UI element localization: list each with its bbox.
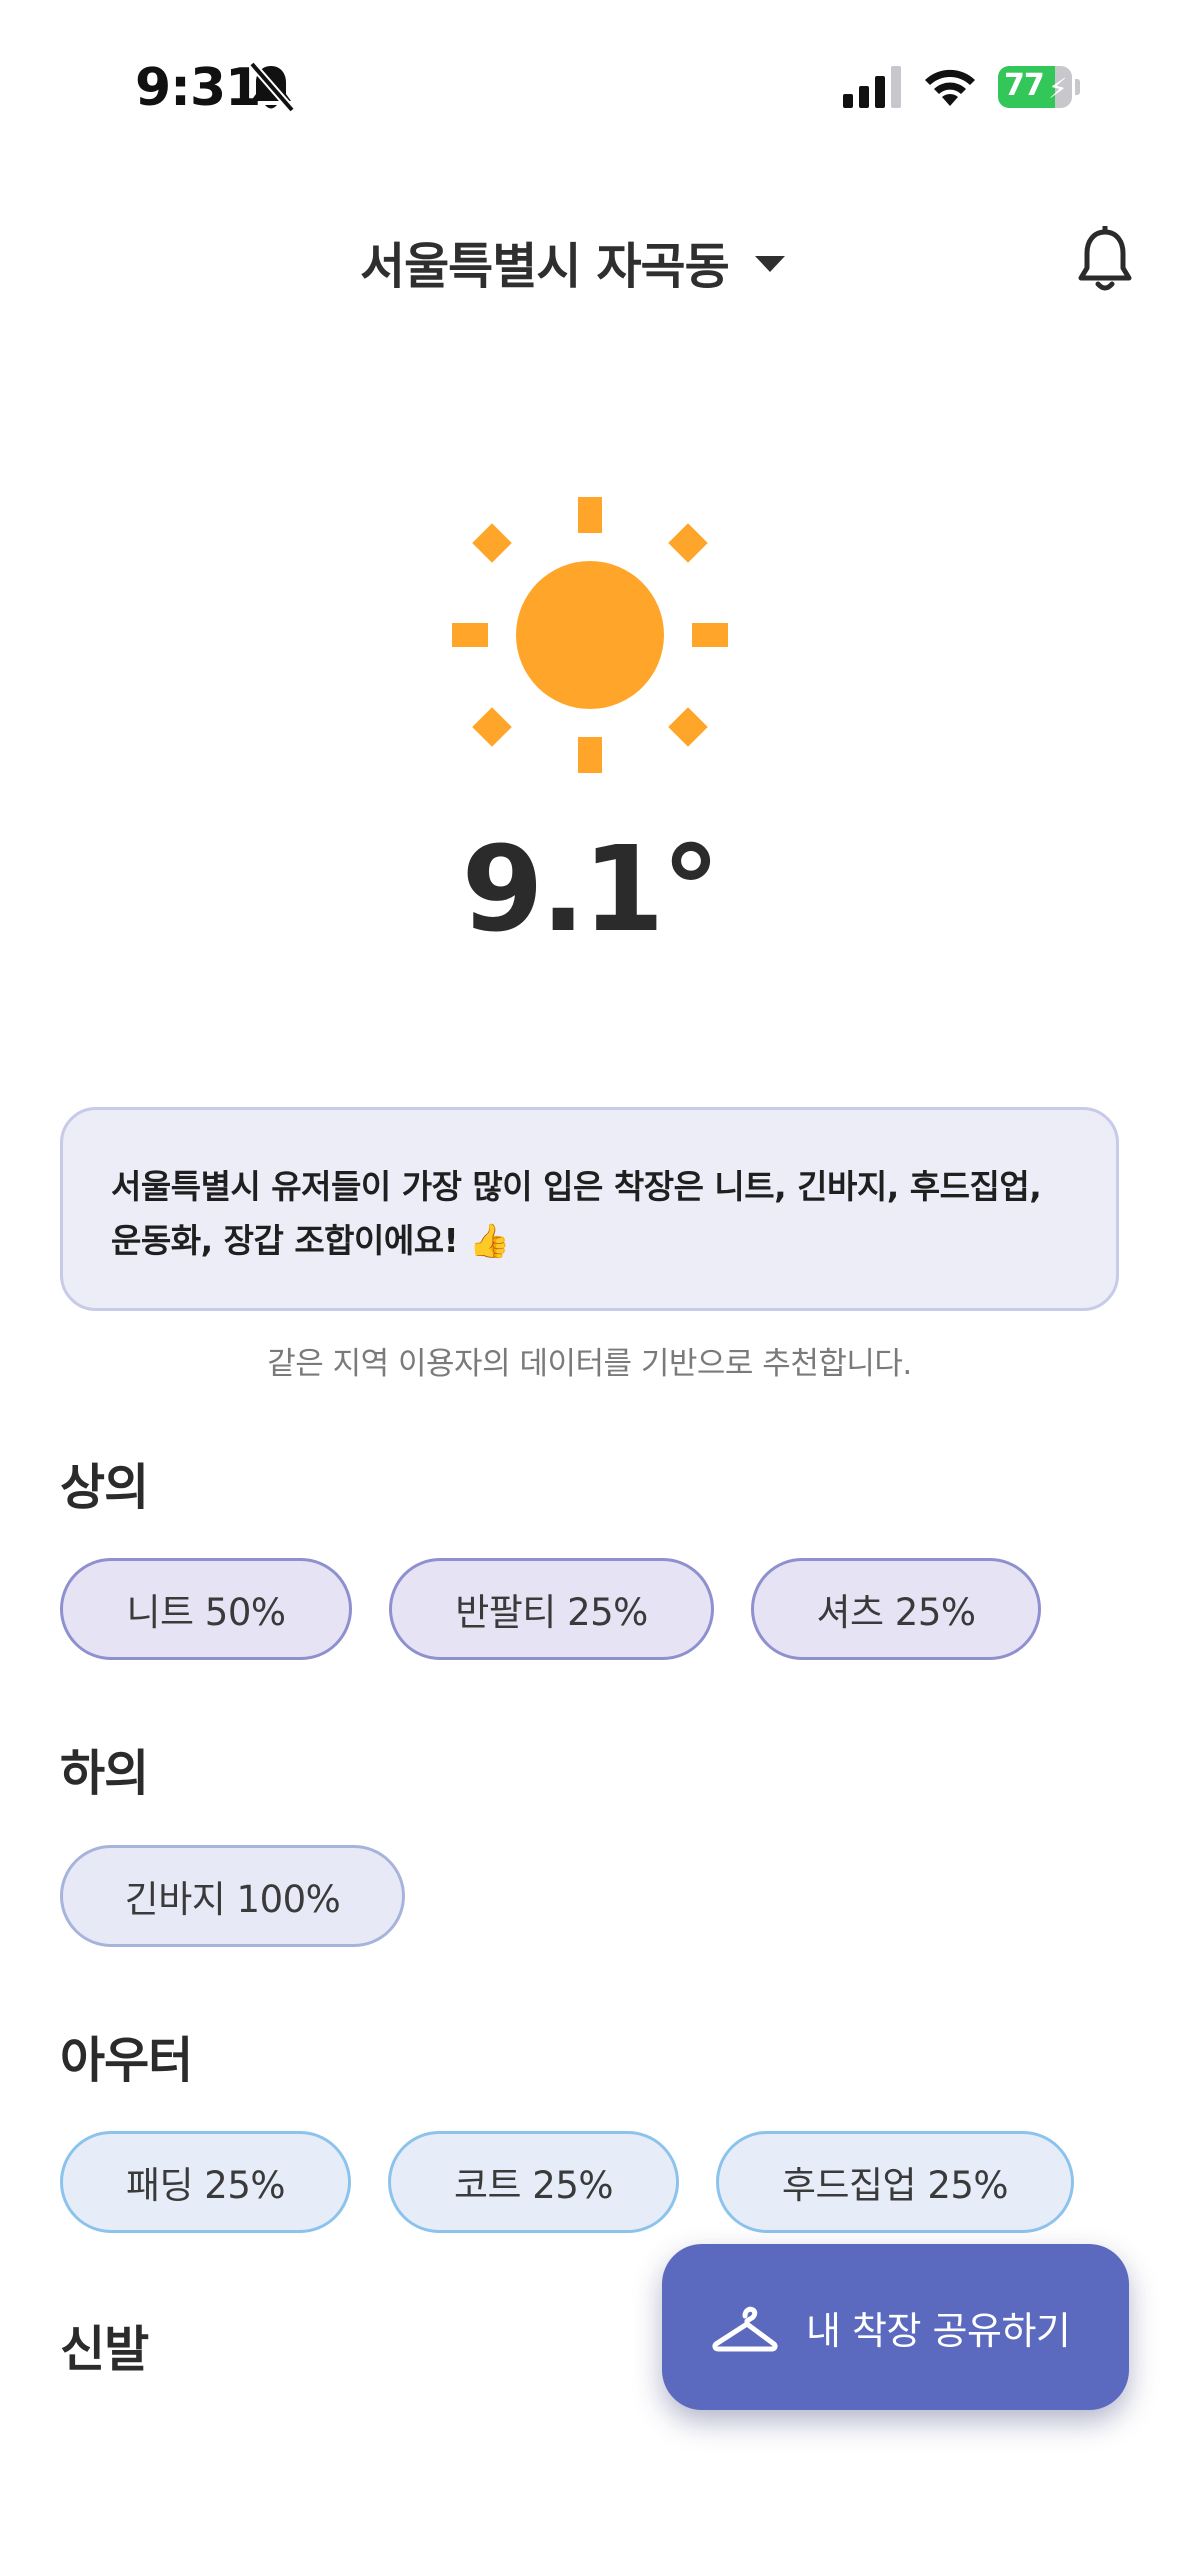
share-outfit-button[interactable]: 내 착장 공유하기 <box>662 2244 1129 2410</box>
cellular-signal-icon <box>843 66 901 108</box>
battery-body: 77 ⚡ <box>998 66 1072 108</box>
chip-short-sleeve-tee[interactable]: 반팔티 25% <box>389 1558 714 1660</box>
chip-shirt[interactable]: 셔츠 25% <box>751 1558 1041 1660</box>
temperature: 9.1° <box>461 820 720 958</box>
chevron-down-icon <box>754 256 785 272</box>
charging-icon: ⚡ <box>1048 72 1068 105</box>
recommendation-message: 서울특별시 유저들이 가장 많이 입은 착장은 니트, 긴바지, 후드집업, 운… <box>111 1167 1042 1260</box>
battery-cap <box>1075 79 1080 95</box>
section-title-shoes: 신발 <box>60 2321 149 2378</box>
bell-off-icon <box>248 61 296 113</box>
wifi-icon <box>925 69 975 106</box>
chip-hood-zipup[interactable]: 후드집업 25% <box>716 2131 1074 2233</box>
recommendation-box: 서울특별시 유저들이 가장 많이 입은 착장은 니트, 긴바지, 후드집업, 운… <box>60 1107 1119 1311</box>
chip-padding[interactable]: 패딩 25% <box>60 2131 351 2233</box>
section-title-outer: 아우터 <box>60 2032 193 2089</box>
outer-chip-row: 패딩 25% 코트 25% 후드집업 25% <box>60 2131 1074 2233</box>
section-title-bottoms: 하의 <box>60 1745 149 1802</box>
location-selector[interactable]: 서울특별시 자곡동 <box>360 222 785 302</box>
chip-knit[interactable]: 니트 50% <box>60 1558 352 1660</box>
chip-coat[interactable]: 코트 25% <box>388 2131 679 2233</box>
tops-chip-row: 니트 50% 반팔티 25% 셔츠 25% <box>60 1558 1041 1660</box>
share-outfit-label: 내 착장 공유하기 <box>806 2308 1071 2353</box>
section-title-tops: 상의 <box>60 1459 149 1516</box>
status-time: 9:31 <box>135 58 261 118</box>
hanger-icon <box>712 2306 778 2352</box>
sun-icon <box>452 497 728 773</box>
app-screen: 9:31 77 ⚡ 서울특별시 자곡동 9.1° 서울특별시 유저들이 가장 많… <box>0 0 1179 2556</box>
battery-level: 77 <box>1004 68 1045 103</box>
status-bar: 9:31 77 ⚡ <box>0 0 1179 160</box>
bell-icon[interactable] <box>1075 226 1135 296</box>
bottoms-chip-row: 긴바지 100% <box>60 1845 405 1947</box>
location-label: 서울특별시 자곡동 <box>360 237 730 295</box>
recommendation-note: 같은 지역 이용자의 데이터를 기반으로 추천합니다. <box>267 1346 912 1382</box>
battery-indicator: 77 ⚡ <box>998 66 1080 108</box>
chip-long-pants[interactable]: 긴바지 100% <box>60 1845 405 1947</box>
